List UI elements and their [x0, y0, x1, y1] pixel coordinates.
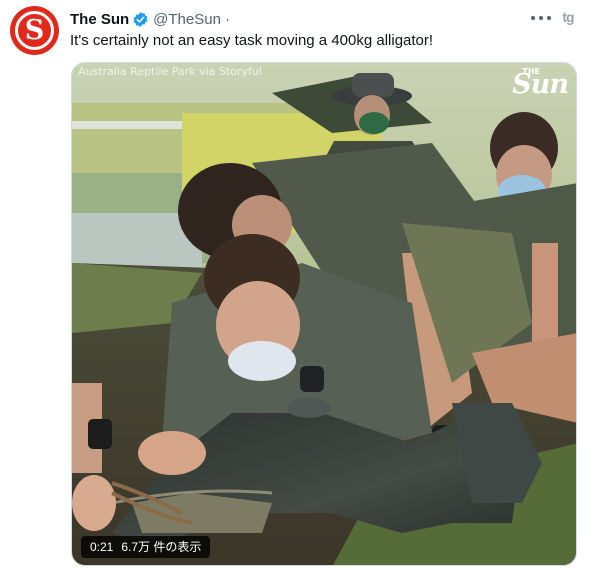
avatar-logo-letter: S — [24, 15, 45, 46]
display-name[interactable]: The Sun — [70, 11, 129, 28]
video-stats-badge: 0:21 6.7万 件の表示 — [81, 536, 211, 558]
more-icon[interactable] — [531, 9, 551, 27]
header-separator: · — [224, 10, 230, 28]
video-credit: Australia Reptile Park via Storyful — [78, 65, 262, 78]
more-dot — [547, 16, 551, 20]
avatar[interactable]: S — [10, 6, 59, 55]
tweet-header: The Sun @TheSun · — [70, 9, 230, 29]
user-handle[interactable]: @TheSun — [153, 11, 221, 28]
video-views: 6.7万 件の表示 — [121, 540, 202, 554]
video-frame — [72, 63, 576, 565]
more-dot — [539, 16, 543, 20]
video-duration: 0:21 — [90, 540, 114, 554]
watermark-big-text: Sun — [512, 69, 569, 100]
verified-badge-icon — [132, 11, 149, 28]
sun-watermark-logo: THE Sun — [478, 65, 570, 99]
more-dot — [531, 16, 535, 20]
video-player[interactable]: Australia Reptile Park via Storyful THE … — [71, 62, 577, 566]
tweet[interactable]: S The Sun @TheSun · tg It's certainly no… — [0, 0, 590, 577]
tg-icon[interactable]: tg — [557, 8, 579, 26]
tweet-text: It's certainly not an easy task moving a… — [70, 32, 434, 49]
